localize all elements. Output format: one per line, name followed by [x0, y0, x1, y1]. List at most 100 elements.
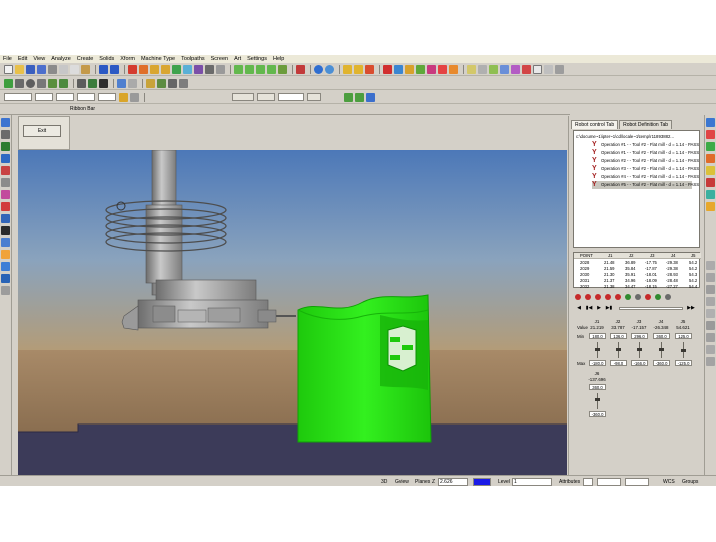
lathe-tool-icon[interactable] — [1, 226, 10, 235]
home-icon[interactable] — [625, 293, 631, 300]
joint-slider[interactable] — [681, 342, 686, 358]
ribbon-option-button[interactable] — [232, 93, 254, 101]
ok-icon[interactable] — [355, 92, 364, 102]
menu-item[interactable]: Solids — [99, 56, 114, 62]
open-folder-icon[interactable] — [15, 64, 24, 74]
tab-robot-control[interactable]: Robot control Tab — [571, 120, 619, 129]
menu-item[interactable]: Settings — [247, 56, 267, 62]
record-icon[interactable] — [575, 293, 581, 300]
ribbon-select[interactable] — [278, 93, 304, 101]
trim-icon[interactable] — [383, 64, 392, 74]
join-icon[interactable] — [405, 64, 414, 74]
graphics-viewport[interactable] — [18, 150, 567, 476]
group-select-icon[interactable] — [706, 321, 715, 330]
chamfer-icon[interactable] — [467, 64, 476, 74]
trim-extend-icon[interactable] — [99, 78, 108, 88]
menu-item[interactable]: Analyze — [51, 56, 71, 62]
wcs-button[interactable]: WCS — [663, 478, 675, 486]
hidden-line-icon[interactable] — [216, 64, 225, 74]
coordinate-y-field[interactable] — [77, 93, 95, 101]
repaint-icon[interactable] — [183, 64, 192, 74]
jog-y-icon[interactable] — [595, 293, 601, 300]
line-width-select[interactable] — [625, 478, 649, 486]
coordinate-z-field[interactable] — [98, 93, 116, 101]
operation-item[interactable]: Y Operation #3 - - Tool #2 - Flat mill - … — [592, 165, 699, 173]
menu-item[interactable]: Create — [77, 56, 94, 62]
gview-button[interactable]: Gview — [395, 478, 409, 486]
save-icon[interactable] — [26, 64, 35, 74]
joint-max-field[interactable]: -360.0 — [653, 360, 670, 366]
post-tool-icon[interactable] — [1, 274, 10, 283]
joint-max-field[interactable]: -360.0 — [589, 411, 606, 417]
tree-root[interactable]: c:\docume~1\ipter~1\cd\locale~1\temp\r11… — [576, 133, 674, 141]
display-toggle-icon[interactable] — [296, 64, 305, 74]
select-all-icon[interactable] — [706, 118, 715, 127]
arc-tool-icon[interactable] — [1, 142, 10, 151]
cut-icon[interactable] — [59, 64, 68, 74]
point-icon[interactable] — [4, 78, 13, 88]
jog-z-icon[interactable] — [605, 293, 611, 300]
line-endpoints-icon[interactable] — [15, 78, 24, 88]
level-label[interactable]: Level — [498, 478, 510, 486]
point-tool-icon[interactable] — [1, 130, 10, 139]
zoom-out-icon[interactable] — [161, 64, 170, 74]
joint-min-field[interactable]: 296.0 — [631, 333, 648, 339]
playback-progress-slider[interactable] — [619, 307, 683, 310]
bounding-box-icon[interactable] — [88, 78, 97, 88]
joint-slider[interactable] — [659, 342, 664, 358]
joint-min-field[interactable]: 360.0 — [589, 384, 606, 390]
joint-max-field[interactable]: -166.0 — [631, 360, 648, 366]
joint-slider[interactable] — [616, 342, 621, 358]
new-file-icon[interactable] — [4, 64, 13, 74]
pan-icon[interactable] — [128, 64, 137, 74]
joint-slider[interactable] — [637, 342, 642, 358]
help-icon[interactable] — [366, 92, 375, 102]
coordinate-x-field[interactable] — [56, 93, 74, 101]
analyze-icon[interactable] — [522, 64, 531, 74]
print-icon[interactable] — [48, 64, 57, 74]
polygon-icon[interactable] — [48, 78, 57, 88]
globe-icon[interactable] — [314, 64, 323, 74]
snap-select[interactable] — [35, 93, 53, 101]
chain-icon[interactable] — [706, 261, 715, 270]
joint-max-field[interactable]: -180.0 — [589, 360, 606, 366]
filter-icon[interactable] — [706, 345, 715, 354]
save-as-icon[interactable] — [37, 64, 46, 74]
rotate-icon[interactable] — [438, 64, 447, 74]
operation-item[interactable]: Y Operation #4 - - Tool #2 - Flat mill - … — [592, 173, 699, 181]
wireframe-icon[interactable] — [205, 64, 214, 74]
window-select-icon[interactable] — [706, 273, 715, 282]
wand-icon[interactable] — [706, 190, 715, 199]
hatch-icon[interactable] — [168, 78, 177, 88]
reset-icon[interactable] — [655, 293, 661, 300]
zoom-window-icon[interactable] — [139, 64, 148, 74]
invert-selection-icon[interactable] — [706, 154, 715, 163]
end-icon[interactable]: ▶▶ — [687, 305, 695, 312]
cplane-icon[interactable] — [278, 64, 287, 74]
line-style-select[interactable] — [597, 478, 621, 486]
fast-point-icon[interactable] — [119, 92, 128, 102]
joint-min-field[interactable]: 360.0 — [653, 333, 670, 339]
tab-robot-definition[interactable]: Robot Definition Tab — [619, 120, 673, 129]
solid-icon[interactable] — [128, 78, 137, 88]
spline-icon[interactable] — [365, 64, 374, 74]
circle-icon[interactable] — [26, 78, 35, 88]
translate-icon[interactable] — [489, 64, 498, 74]
view-side-icon[interactable] — [256, 64, 265, 74]
draw-line-icon[interactable] — [343, 64, 352, 74]
dimension-icon[interactable] — [146, 78, 155, 88]
ribbon-option-button[interactable] — [307, 93, 321, 101]
rewind-icon[interactable]: ◀ — [575, 305, 583, 312]
verify-tool-icon[interactable] — [1, 250, 10, 259]
table-row[interactable]: 2032 21.38 34.47 -18.15 -27.27 54.4 — [574, 284, 701, 290]
attributes-button[interactable]: Attributes — [559, 478, 580, 486]
rectangle-icon[interactable] — [37, 78, 46, 88]
unhide-icon[interactable] — [706, 178, 715, 187]
surface-icon[interactable] — [117, 78, 126, 88]
groups-button[interactable]: Groups — [682, 478, 698, 486]
play-icon[interactable]: ▶ — [595, 305, 603, 312]
hide-icon[interactable] — [706, 166, 715, 175]
menu-item[interactable]: View — [33, 56, 45, 62]
offset-icon[interactable] — [416, 64, 425, 74]
stock-tool-icon[interactable] — [1, 238, 10, 247]
